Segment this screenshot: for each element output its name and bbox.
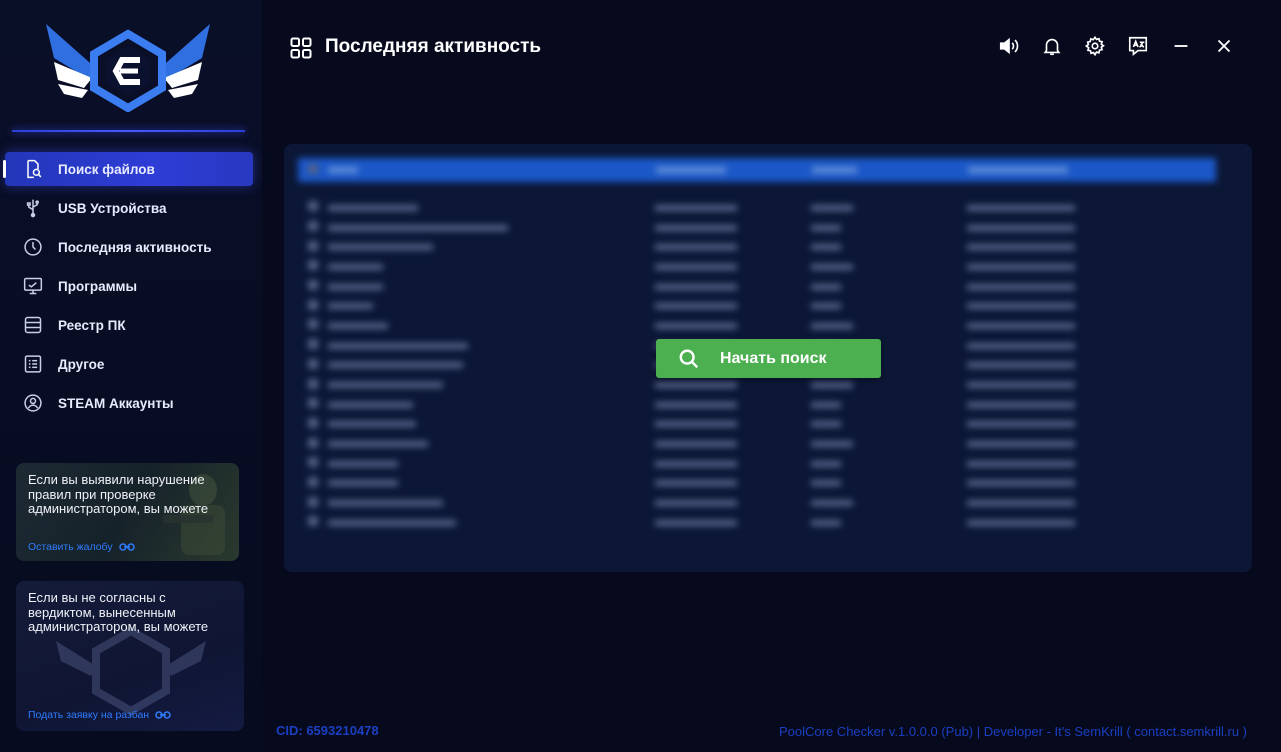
sidebar-item-label: Реестр ПК — [58, 317, 126, 333]
sidebar: Поиск файлов USB Устройства Последняя ак… — [0, 0, 262, 752]
table-row — [298, 316, 1216, 336]
list-icon — [22, 353, 44, 375]
volume-icon — [999, 37, 1018, 55]
complaint-card: Если вы выявили нарушение правил при про… — [16, 463, 239, 561]
search-icon — [679, 349, 699, 368]
close-icon — [1217, 39, 1230, 53]
start-search-button[interactable]: Начать поиск — [656, 339, 881, 378]
link-icon — [155, 711, 171, 719]
table-header — [298, 158, 1216, 182]
sidebar-item-label: Программы — [58, 278, 138, 294]
usb-icon — [22, 197, 44, 219]
complaint-link-label: Оставить жалобу — [28, 541, 113, 553]
sidebar-item-file-search[interactable]: Поиск файлов — [3, 152, 253, 186]
settings-button[interactable] — [1073, 34, 1116, 58]
settings-icon — [1084, 35, 1105, 57]
volume-button[interactable] — [987, 34, 1030, 58]
table-row — [298, 257, 1216, 277]
complaint-link[interactable]: Оставить жалобу — [28, 541, 135, 553]
file-search-icon — [22, 158, 44, 180]
sidebar-item-usb[interactable]: USB Устройства — [0, 191, 262, 225]
close-button[interactable] — [1202, 34, 1245, 58]
start-search-label: Начать поиск — [720, 349, 827, 367]
table-row — [298, 395, 1216, 415]
window-toolbar — [987, 34, 1245, 58]
sidebar-nav: Поиск файлов USB Устройства Последняя ак… — [0, 152, 262, 425]
sidebar-item-label: Последняя активность — [58, 239, 212, 255]
sidebar-item-label: Другое — [58, 356, 105, 372]
monitor-icon — [22, 275, 44, 297]
app-logo — [46, 24, 210, 112]
unban-link[interactable]: Подать заявку на разбан — [28, 709, 171, 721]
sidebar-item-recent-activity[interactable]: Последняя активность — [0, 230, 262, 264]
table-row — [298, 454, 1216, 474]
table-row — [298, 513, 1216, 533]
table-row — [298, 198, 1216, 218]
table-row — [298, 218, 1216, 238]
registry-icon — [22, 314, 44, 336]
table-row — [298, 296, 1216, 316]
table-row — [298, 277, 1216, 297]
unban-card-text: Если вы не согласны с вердиктом, вынесен… — [28, 590, 209, 634]
translate-button[interactable] — [1116, 34, 1159, 58]
page-title: Последняя активность — [325, 36, 542, 57]
bell-icon — [1042, 38, 1061, 56]
sidebar-item-label: STEAM Аккаунты — [58, 395, 174, 411]
translate-icon — [1128, 36, 1147, 56]
minimize-icon — [1174, 45, 1187, 47]
sidebar-item-label: Поиск файлов — [58, 161, 155, 177]
sidebar-item-other[interactable]: Другое — [0, 347, 262, 381]
table-row — [298, 375, 1216, 395]
footer-info: PoolCore Checker v.1.0.0.0 (Pub) | Devel… — [779, 724, 1247, 739]
sidebar-item-registry[interactable]: Реестр ПК — [0, 308, 262, 342]
table-row — [298, 493, 1216, 513]
minimize-button[interactable] — [1159, 34, 1202, 58]
sidebar-item-programs[interactable]: Программы — [0, 269, 262, 303]
client-id: CID: 6593210478 — [276, 723, 379, 738]
clock-icon — [22, 236, 44, 258]
table-row — [298, 434, 1216, 454]
complaint-card-text: Если вы выявили нарушение правил при про… — [28, 472, 209, 516]
unban-link-label: Подать заявку на разбан — [28, 709, 150, 721]
table-row — [298, 415, 1216, 435]
sidebar-item-label: USB Устройства — [58, 200, 167, 216]
sidebar-item-steam-accounts[interactable]: STEAM Аккаунты — [0, 386, 262, 420]
grid-icon — [290, 37, 312, 59]
link-icon — [118, 543, 135, 551]
notifications-button[interactable] — [1030, 34, 1073, 58]
logo-divider — [12, 130, 245, 132]
steam-icon — [22, 392, 44, 414]
unban-card: Если вы не согласны с вердиктом, вынесен… — [16, 581, 244, 731]
table-row — [298, 474, 1216, 494]
emblem-illustration — [56, 626, 206, 716]
table-row — [298, 237, 1216, 257]
